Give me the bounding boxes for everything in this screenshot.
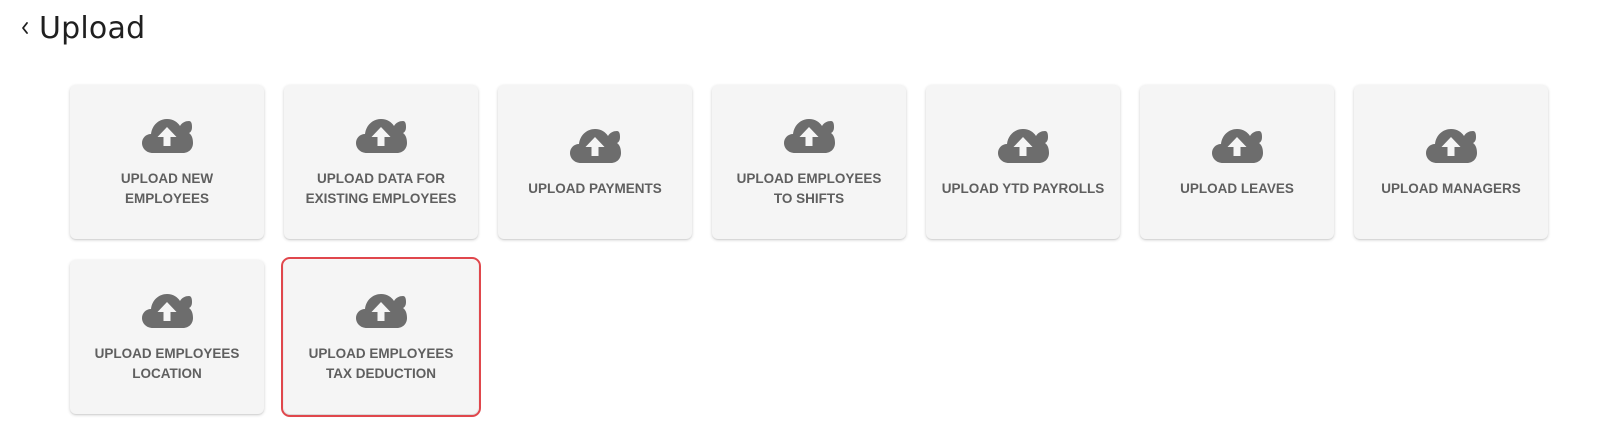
cloud-upload-icon	[356, 119, 407, 153]
upload-data-existing-employees-card[interactable]: UPLOAD DATA FOR EXISTING EMPLOYEES	[284, 85, 478, 239]
upload-leaves-card[interactable]: UPLOAD LEAVES	[1140, 85, 1334, 239]
cloud-upload-icon	[998, 129, 1049, 163]
upload-managers-card[interactable]: UPLOAD MANAGERS	[1354, 85, 1548, 239]
cloud-upload-icon	[1426, 129, 1477, 163]
upload-new-employees-card[interactable]: UPLOAD NEW EMPLOYEES	[70, 85, 264, 239]
cloud-upload-icon	[784, 119, 835, 153]
cloud-upload-icon	[356, 294, 407, 328]
card-label: UPLOAD NEW EMPLOYEES	[120, 171, 214, 206]
card-label: UPLOAD EMPLOYEES LOCATION	[94, 346, 240, 381]
card-label: UPLOAD DATA FOR EXISTING EMPLOYEES	[305, 171, 457, 206]
cloud-upload-icon	[1212, 129, 1263, 163]
cloud-upload-icon	[142, 119, 193, 153]
upload-ytd-payrolls-card[interactable]: UPLOAD YTD PAYROLLS	[926, 85, 1120, 239]
upload-employees-location-card[interactable]: UPLOAD EMPLOYEES LOCATION	[70, 260, 264, 414]
upload-payments-card[interactable]: UPLOAD PAYMENTS	[498, 85, 692, 239]
page-title: Upload	[39, 10, 146, 46]
back-button[interactable]	[16, 12, 34, 44]
chevron-left-icon	[22, 22, 28, 34]
card-label: UPLOAD EMPLOYEES TAX DEDUCTION	[308, 346, 454, 381]
card-label: UPLOAD PAYMENTS	[528, 181, 662, 196]
cloud-upload-icon	[142, 294, 193, 328]
cloud-upload-icon	[570, 129, 621, 163]
upload-employees-to-shifts-card[interactable]: UPLOAD EMPLOYEES TO SHIFTS	[712, 85, 906, 239]
card-label: UPLOAD YTD PAYROLLS	[941, 181, 1105, 196]
card-label: UPLOAD MANAGERS	[1381, 181, 1521, 196]
page-header: Upload	[16, 6, 145, 50]
upload-employees-tax-deduction-card[interactable]: UPLOAD EMPLOYEES TAX DEDUCTION	[281, 257, 481, 417]
card-label: UPLOAD LEAVES	[1180, 181, 1294, 196]
card-label: UPLOAD EMPLOYEES TO SHIFTS	[736, 171, 882, 206]
